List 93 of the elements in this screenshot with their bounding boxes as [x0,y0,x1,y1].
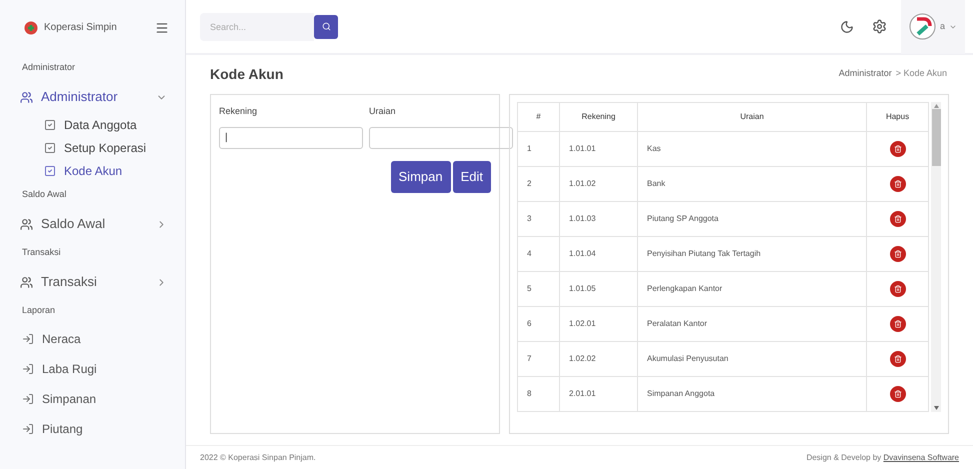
search-icon [322,22,330,31]
delete-button[interactable] [890,141,906,157]
table-cell: 8 [518,376,560,412]
table-cell: Bank [638,166,866,202]
credits-link[interactable]: Dvavinsena Software [883,452,959,462]
column-header: Uraian [638,102,866,132]
section-heading: Laporan [22,304,56,318]
logo-icon [24,20,38,34]
delete-button[interactable] [890,281,906,297]
search-button[interactable] [314,14,338,38]
table-cell: Akumulasi Penyusutan [638,342,866,376]
table-cell: 1 [518,132,560,166]
sidebar-menu-item[interactable]: Administrator [20,87,118,107]
page-title: Kode Akun [210,64,284,84]
field-label: Rekening [219,105,258,118]
delete-button[interactable] [890,316,906,332]
table-cell: 5 [518,272,560,306]
table-cell: 2.01.01 [560,376,638,412]
table-cell: 1.02.01 [560,306,638,342]
sidebar-submenu-item[interactable]: Data Anggota [0,113,185,136]
table-cell: Simpanan Anggota [638,376,866,412]
sidebar-menu-item[interactable]: Transaksi [20,272,97,292]
scrollbar-thumb[interactable] [932,109,940,166]
sidebar-link[interactable]: Piutang [0,414,185,444]
delete-button[interactable] [890,246,906,262]
trash-icon [894,355,902,363]
trash-icon [894,250,902,258]
input-field[interactable]: | [219,126,363,148]
login-arrow-icon [22,363,34,375]
brand-name: Koperasi Simpin [44,21,117,35]
menu-icon[interactable] [155,20,169,34]
field-label: Uraian [369,105,397,118]
checkbox-square-icon [44,142,56,154]
scrollbar[interactable] [931,102,941,412]
form-button[interactable]: Edit [452,160,491,192]
users-icon [20,276,33,288]
section-heading: Transaksi [22,246,61,260]
avatar-logo [908,13,936,40]
section-heading: Administrator [22,61,76,74]
table-cell: Piutang SP Anggota [638,202,866,236]
trash-icon [894,390,902,398]
input-field[interactable] [369,126,513,148]
table-cell: 3 [518,202,560,236]
settings-icon[interactable] [872,19,887,34]
trash-icon [894,180,902,188]
form-button[interactable]: Simpan [390,160,451,192]
delete-button[interactable] [890,211,906,227]
table-cell: Perlengkapan Kantor [638,272,866,306]
credits-text: Design & Develop by Dvavinsena Software [806,452,959,464]
login-arrow-icon [22,333,34,345]
column-header: Rekening [560,102,638,132]
sidebar-link[interactable]: Laba Rugi [0,354,185,384]
column-header: Hapus [866,102,928,132]
table-cell: 2 [518,166,560,202]
users-icon [20,218,33,230]
table-cell: 1.01.04 [560,236,638,272]
table-cell: 1.01.05 [560,272,638,306]
table-cell: 1.02.02 [560,342,638,376]
table-cell: Penyisihan Piutang Tak Tertagih [638,236,866,272]
checkbox-square-icon [44,118,56,130]
table-cell: 1.01.03 [560,202,638,236]
breadcrumb-item[interactable]: Administrator [838,67,892,81]
trash-icon [894,285,902,293]
trash-icon [894,145,902,153]
user-menu[interactable]: a [900,0,965,54]
sidebar-link[interactable]: Neraca [0,324,185,354]
login-arrow-icon [22,393,34,405]
scroll-down-icon[interactable] [934,406,938,410]
login-arrow-icon [22,423,34,435]
table-cell: Kas [638,132,866,166]
users-icon [20,90,33,104]
table-cell: 6 [518,306,560,342]
sidebar-submenu-item[interactable]: Setup Koperasi [0,136,185,159]
section-heading: Saldo Awal [22,188,66,202]
table-cell: 4 [518,236,560,272]
sidebar-menu-item[interactable]: Saldo Awal [20,214,106,234]
moon-icon[interactable] [840,20,854,34]
table-cell: 1.01.02 [560,166,638,202]
table-cell: 1.01.01 [560,132,638,166]
trash-icon [894,215,902,223]
delete-button[interactable] [890,351,906,367]
checkbox-square-icon [44,164,56,176]
column-header: # [518,102,560,132]
trash-icon [894,320,902,328]
sidebar-link[interactable]: Simpanan [0,384,185,414]
delete-button[interactable] [890,176,906,192]
copyright-text: 2022 © Koperasi Sinpan Pinjam. [200,452,316,464]
table-cell: Peralatan Kantor [638,306,866,342]
sidebar-submenu-item[interactable]: Kode Akun [0,159,185,182]
search-field[interactable]: Search... [200,12,314,40]
breadcrumb-item: > Kode Akun [896,67,947,80]
delete-button[interactable] [890,386,906,402]
table-cell: 7 [518,342,560,376]
